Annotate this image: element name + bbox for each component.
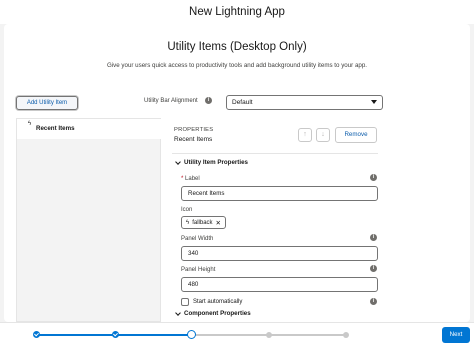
remove-button[interactable]: Remove <box>335 127 377 143</box>
progress-step-1[interactable] <box>33 331 40 338</box>
lightning-bolt-icon: ϟ <box>186 219 190 226</box>
panel-height-label: Panel Height <box>181 267 216 273</box>
app-header: New Lightning App <box>0 0 474 24</box>
progress-step-3[interactable] <box>187 330 196 339</box>
alignment-label: Utility Bar Alignment <box>144 98 198 104</box>
label-input[interactable]: Recent Items <box>181 186 378 201</box>
list-item-label: Recent Items <box>36 125 75 132</box>
info-icon[interactable]: i <box>370 174 377 181</box>
panel-width-input[interactable]: 340 <box>181 246 378 261</box>
alignment-value: Default <box>232 99 253 106</box>
panel-height-input[interactable]: 480 <box>181 277 378 292</box>
icon-pill-label: fallback <box>192 219 213 226</box>
app-title: New Lightning App <box>189 6 285 18</box>
alignment-select[interactable]: Default <box>226 95 383 110</box>
page-description: Give your users quick access to producti… <box>106 62 367 69</box>
info-icon[interactable]: i <box>370 298 377 305</box>
section-title: Component Properties <box>184 310 251 317</box>
arrow-down-icon: ↓ <box>321 131 325 138</box>
properties-item-name: Recent Items <box>174 136 213 143</box>
component-properties-section[interactable]: Component Properties <box>175 309 251 317</box>
move-up-button[interactable]: ↑ <box>298 128 312 142</box>
label-field-label: * Label <box>181 176 200 182</box>
utility-items-list: ϟ Recent Items <box>16 118 162 322</box>
page-title: Utility Items (Desktop Only) <box>167 41 307 53</box>
chevron-down-icon <box>175 158 181 165</box>
wizard-panel: Utility Items (Desktop Only) Give your u… <box>4 24 470 322</box>
list-item[interactable]: ϟ Recent Items <box>17 119 162 139</box>
label-field-text: Label <box>185 176 200 182</box>
chevron-down-icon <box>175 309 181 316</box>
properties-panel: PROPERTIES Recent Items ↑ ↓ Remove Utili… <box>172 118 470 322</box>
wizard-footer: Next <box>0 322 474 346</box>
icon-field-label: Icon <box>181 207 193 213</box>
progress-step-4[interactable] <box>266 332 272 338</box>
next-button[interactable]: Next <box>442 327 470 343</box>
move-down-button[interactable]: ↓ <box>316 128 330 142</box>
progress-step-5[interactable] <box>343 332 349 338</box>
panel-width-label: Panel Width <box>181 236 214 242</box>
info-icon[interactable]: i <box>370 234 377 241</box>
divider <box>172 153 378 154</box>
chevron-down-icon <box>371 100 377 104</box>
start-automatically-checkbox[interactable] <box>181 298 189 306</box>
lightning-bolt-icon: ϟ <box>28 121 32 127</box>
arrow-up-icon: ↑ <box>303 131 307 138</box>
info-icon[interactable]: i <box>370 265 377 272</box>
progress-step-2[interactable] <box>112 331 119 338</box>
utility-item-properties-section[interactable]: Utility Item Properties <box>175 158 248 166</box>
icon-pill[interactable]: ϟ fallback ✕ <box>181 216 226 229</box>
required-mark: * <box>181 176 184 182</box>
info-icon[interactable]: i <box>205 97 212 104</box>
close-icon[interactable]: ✕ <box>216 219 221 227</box>
add-utility-item-button[interactable]: Add Utility Item <box>16 96 78 110</box>
properties-kicker: PROPERTIES <box>174 127 214 133</box>
start-automatically-label: Start automatically <box>193 299 243 305</box>
section-title: Utility Item Properties <box>184 159 248 166</box>
